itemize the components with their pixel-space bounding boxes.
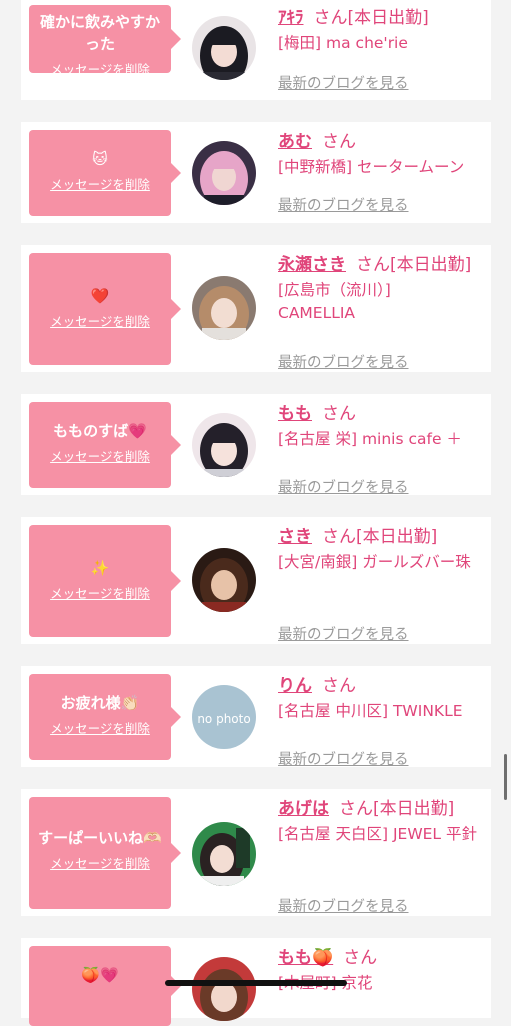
profile-name-link[interactable]: りん — [278, 676, 312, 696]
delete-message-link[interactable]: メッセージを削除 — [35, 174, 165, 193]
avatar[interactable] — [192, 548, 256, 612]
message-card: 🍑💗 もも🍑さん [木屋町] 京花 — [21, 938, 491, 1026]
home-indicator[interactable] — [165, 980, 347, 986]
message-card: ❤️ メッセージを削除 永瀬さき さん[本日出勤] [広島市（流川）] CAMEL… — [21, 245, 491, 372]
message-card: お疲れ様👏🏻 メッセージを削除 no photo りん さん [名古屋 中川区] … — [21, 666, 491, 768]
name-line: もも🍑 さん — [278, 946, 488, 970]
no-photo-text: no photo — [197, 712, 250, 726]
name-line: ｱｷﾗ さん[本日出勤] — [278, 6, 488, 30]
profile-info: もも さん [名古屋 栄] minis cafe ＋ 最新のブログを見る — [278, 402, 488, 496]
attendance-badge: [本日出勤] — [347, 8, 429, 28]
message-card: 🐱 メッセージを削除 あむ さん [中野新橋] セータームーン 最新のブログを見る — [21, 122, 491, 223]
attendance-badge: [本日出勤] — [356, 527, 438, 547]
latest-blog-link[interactable]: 最新のブログを見る — [278, 476, 409, 497]
latest-blog-link[interactable]: 最新のブログを見る — [278, 194, 409, 215]
profile-name-link[interactable]: あげは — [278, 799, 329, 819]
honorific: さん — [343, 948, 378, 968]
delete-message-link[interactable]: メッセージを削除 — [35, 718, 165, 737]
profile-info: ｱｷﾗ さん[本日出勤] [梅田] ma che'rie 最新のブログを見る — [278, 6, 488, 92]
shop-name: [広島市（流川）] CAMELLIA — [278, 281, 391, 322]
latest-blog-link[interactable]: 最新のブログを見る — [278, 623, 409, 644]
latest-blog-link[interactable]: 最新のブログを見る — [278, 351, 409, 372]
message-card: ✨ メッセージを削除 さき さん[本日出勤] [大宮/南銀] ガールズバー珠 最新… — [21, 517, 491, 644]
profile-name-link[interactable]: 永瀬さき — [278, 255, 346, 275]
honorific: さん — [322, 404, 356, 424]
profile-name-link[interactable]: ｱｷﾗ — [278, 8, 304, 28]
message-text: 🐱 — [92, 150, 108, 168]
delete-message-link[interactable]: メッセージを削除 — [35, 311, 165, 330]
message-bubble: 🐱 メッセージを削除 — [29, 130, 181, 216]
avatar[interactable] — [192, 413, 256, 477]
message-bubble: 🍑💗 — [29, 946, 181, 1026]
profile-info: もも🍑さん [木屋町] 京花 — [278, 946, 488, 995]
message-card: 確かに飲みやすかった メッセージを削除 ｱｷﾗ さん[本日出勤] [梅田] ma … — [21, 0, 491, 100]
message-text: 🍑💗 — [81, 966, 119, 984]
profile-info: あげは さん[本日出勤] [名古屋 天白区] JEWEL 平針 最新のブログを見る — [278, 797, 488, 915]
delete-message-link[interactable]: メッセージを削除 — [35, 446, 165, 465]
latest-blog-link[interactable]: 最新のブログを見る — [278, 748, 409, 769]
message-bubble: お疲れ様👏🏻 メッセージを削除 — [29, 674, 181, 760]
avatar[interactable] — [192, 16, 256, 80]
avatar[interactable] — [192, 822, 256, 886]
avatar[interactable] — [192, 276, 256, 340]
attendance-badge: [本日出勤] — [373, 799, 455, 819]
profile-info: さき さん[本日出勤] [大宮/南銀] ガールズバー珠 最新のブログを見る — [278, 525, 488, 643]
honorific: さん — [322, 132, 356, 152]
profile-name-link[interactable]: もも — [278, 404, 312, 424]
message-text: もものすば💗 — [53, 422, 147, 440]
shop-name: [大宮/南銀] ガールズバー珠 — [278, 553, 471, 571]
message-card: もものすば💗 メッセージを削除 もも さん [名古屋 栄] minis cafe … — [21, 394, 491, 496]
profile-info: りん さん [名古屋 中川区] TWINKLE 最新のブログを見る — [278, 674, 488, 768]
message-bubble: 確かに飲みやすかった メッセージを削除 — [29, 5, 181, 77]
message-card: すーぱーいいね🫶🏻 メッセージを削除 あげは さん[本日出勤] [名古屋 天白区]… — [21, 789, 491, 916]
profile-name-link[interactable]: さき — [278, 527, 312, 547]
delete-message-link[interactable]: メッセージを削除 — [35, 59, 165, 78]
honorific: さん — [339, 799, 373, 819]
delete-message-link[interactable]: メッセージを削除 — [35, 853, 165, 872]
profile-name-link[interactable]: あむ — [278, 132, 312, 152]
avatar[interactable] — [192, 141, 256, 205]
profile-info: 永瀬さき さん[本日出勤] [広島市（流川）] CAMELLIA 最新のブログを見… — [278, 253, 488, 371]
avatar[interactable]: no photo — [192, 685, 256, 749]
name-line: もも さん — [278, 402, 488, 426]
name-line: あむ さん — [278, 130, 488, 154]
message-text: ✨ — [90, 559, 110, 577]
name-line: りん さん — [278, 674, 488, 698]
message-bubble: もものすば💗 メッセージを削除 — [29, 402, 181, 488]
name-line: あげは さん[本日出勤] — [278, 797, 488, 821]
profile-info: あむ さん [中野新橋] セータームーン 最新のブログを見る — [278, 130, 488, 214]
profile-name-link[interactable]: もも🍑 — [278, 948, 333, 968]
message-bubble: ❤️ メッセージを削除 — [29, 253, 181, 365]
message-bubble: ✨ メッセージを削除 — [29, 525, 181, 637]
shop-name: [中野新橋] セータームーン — [278, 158, 465, 176]
name-line: 永瀬さき さん[本日出勤] — [278, 253, 488, 277]
latest-blog-link[interactable]: 最新のブログを見る — [278, 895, 409, 916]
message-text: 確かに飲みやすかった — [39, 13, 160, 53]
honorific: さん — [322, 676, 356, 696]
honorific: さん — [313, 8, 348, 28]
message-text: お疲れ様👏🏻 — [60, 694, 140, 712]
latest-blog-link[interactable]: 最新のブログを見る — [278, 72, 409, 93]
avatar[interactable] — [192, 957, 256, 1021]
name-line: さき さん[本日出勤] — [278, 525, 488, 549]
delete-message-link[interactable]: メッセージを削除 — [35, 583, 165, 602]
scrollbar[interactable] — [504, 754, 507, 800]
message-text: すーぱーいいね🫶🏻 — [38, 829, 162, 847]
shop-name: [名古屋 栄] minis cafe ＋ — [278, 430, 462, 448]
message-bubble: すーぱーいいね🫶🏻 メッセージを削除 — [29, 797, 181, 909]
honorific: さん — [322, 527, 356, 547]
honorific: さん — [356, 255, 390, 275]
shop-name: [名古屋 天白区] JEWEL 平針 — [278, 825, 477, 843]
shop-name: [名古屋 中川区] TWINKLE — [278, 702, 463, 720]
attendance-badge: [本日出勤] — [390, 255, 472, 275]
shop-name: [梅田] ma che'rie — [278, 34, 408, 52]
message-text: ❤️ — [90, 287, 110, 305]
